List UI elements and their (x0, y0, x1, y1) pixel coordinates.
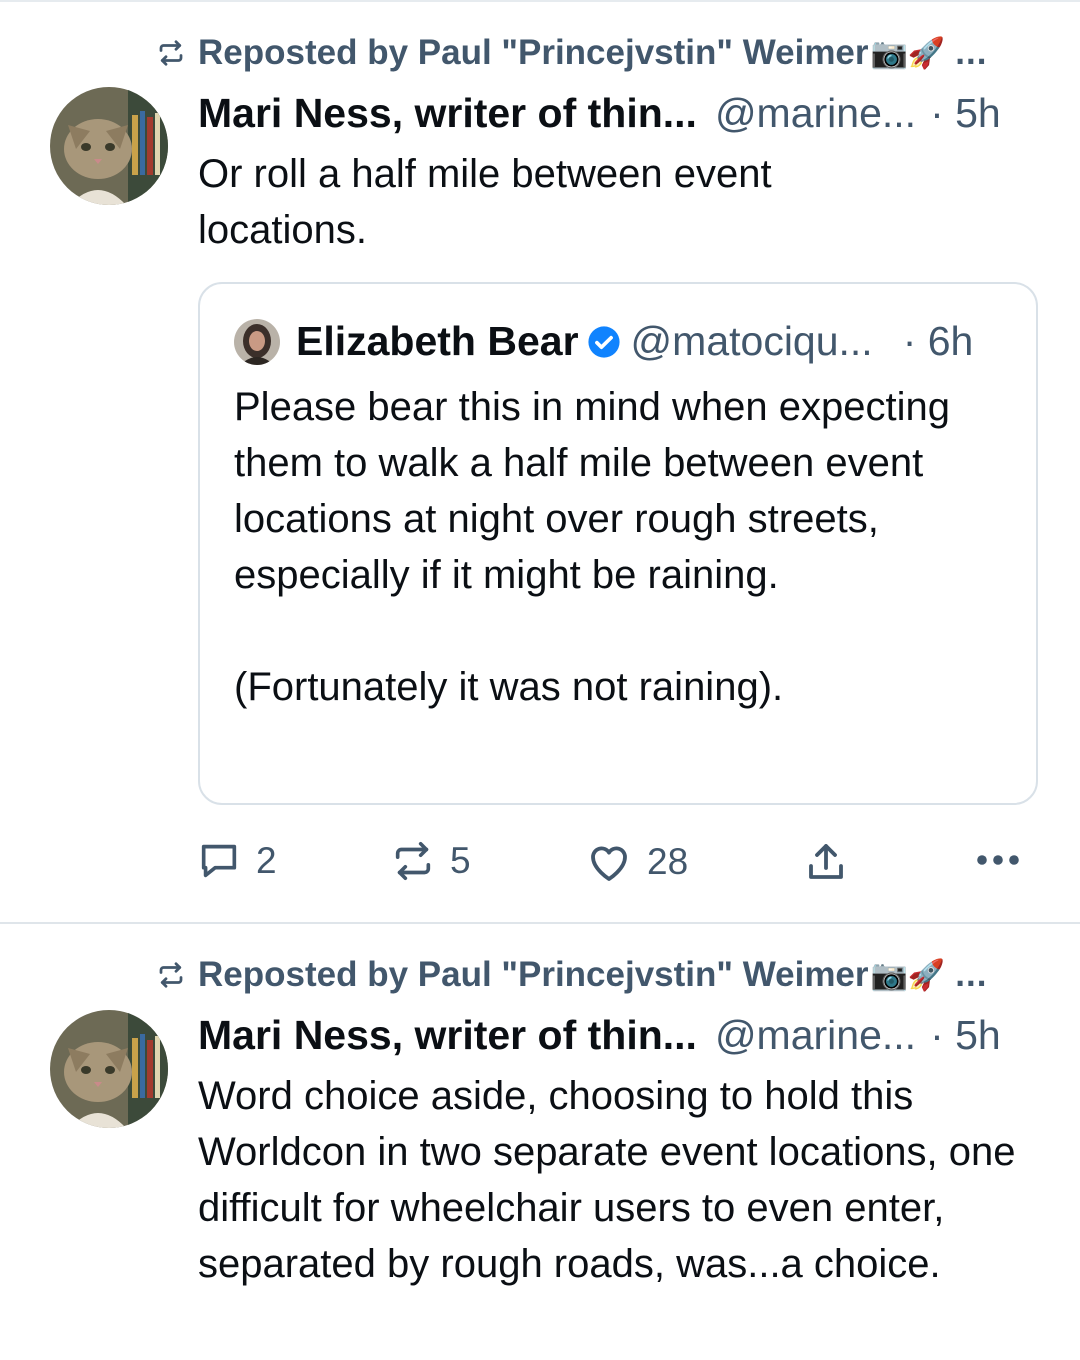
like-button[interactable]: 28 (585, 838, 688, 886)
repost-more: ... (955, 955, 988, 994)
post-body: Or roll a half mile between event locati… (198, 152, 772, 252)
quoted-post-timestamp[interactable]: · 6h (903, 318, 974, 365)
like-count: 28 (647, 841, 689, 882)
author-avatar[interactable] (50, 1010, 168, 1128)
more-options-icon (977, 855, 1019, 865)
post-actions: 2 5 28 (0, 830, 1080, 894)
repost-icon (159, 40, 183, 66)
author-avatar[interactable] (50, 87, 168, 205)
repost-emoji: 📷🚀 (870, 958, 946, 992)
repost-attribution[interactable]: Reposted by Paul "Princejvstin" Weimer 📷… (156, 33, 1032, 73)
reply-icon (201, 844, 237, 878)
author-name[interactable]: Mari Ness, writer of thin... (198, 90, 697, 137)
reply-button[interactable]: 2 (196, 838, 277, 884)
post-timestamp[interactable]: · 5h (930, 90, 1001, 137)
author-handle[interactable]: @marine... (715, 90, 916, 137)
post-2[interactable]: Reposted by Paul "Princejvstin" Weimer 📷… (0, 924, 1080, 1360)
repost-button[interactable]: 5 (390, 838, 471, 884)
post-header: Mari Ness, writer of thin... @marine... … (198, 90, 1036, 137)
quoted-post-header: Elizabeth Bear @matociqu... · 6h (234, 318, 1006, 365)
repost-label: Reposted by Paul "Princejvstin" Weimer (198, 955, 869, 994)
more-options-button[interactable] (972, 838, 1024, 882)
quoted-post-body: Please bear this in mind when expecting … (234, 385, 950, 709)
quoted-author-handle[interactable]: @matociqu... (631, 318, 873, 365)
quoted-author-avatar (234, 318, 280, 365)
repost-emoji: 📷🚀 (870, 36, 946, 70)
quoted-post[interactable]: Elizabeth Bear @matociqu... · 6h Please … (198, 282, 1038, 805)
verified-badge-icon (587, 325, 620, 358)
post-header: Mari Ness, writer of thin... @marine... … (198, 1012, 1036, 1059)
quoted-author-name[interactable]: Elizabeth Bear (296, 318, 579, 365)
repost-count: 5 (450, 840, 471, 881)
repost-label: Reposted by Paul "Princejvstin" Weimer (198, 33, 869, 72)
post-timestamp[interactable]: · 5h (930, 1012, 1001, 1059)
author-handle[interactable]: @marine... (715, 1012, 916, 1059)
post-body: Word choice aside, choosing to hold this… (198, 1074, 1016, 1286)
repost-attribution[interactable]: Reposted by Paul "Princejvstin" Weimer 📷… (156, 955, 1032, 995)
share-button[interactable] (802, 838, 850, 886)
post-1[interactable]: Reposted by Paul "Princejvstin" Weimer 📷… (0, 0, 1080, 924)
repost-icon (395, 841, 431, 881)
reply-count: 2 (256, 840, 277, 881)
author-name[interactable]: Mari Ness, writer of thin... (198, 1012, 697, 1059)
repost-more: ... (955, 33, 988, 72)
share-icon (809, 844, 843, 879)
repost-icon (159, 962, 183, 988)
like-heart-icon (591, 846, 627, 881)
